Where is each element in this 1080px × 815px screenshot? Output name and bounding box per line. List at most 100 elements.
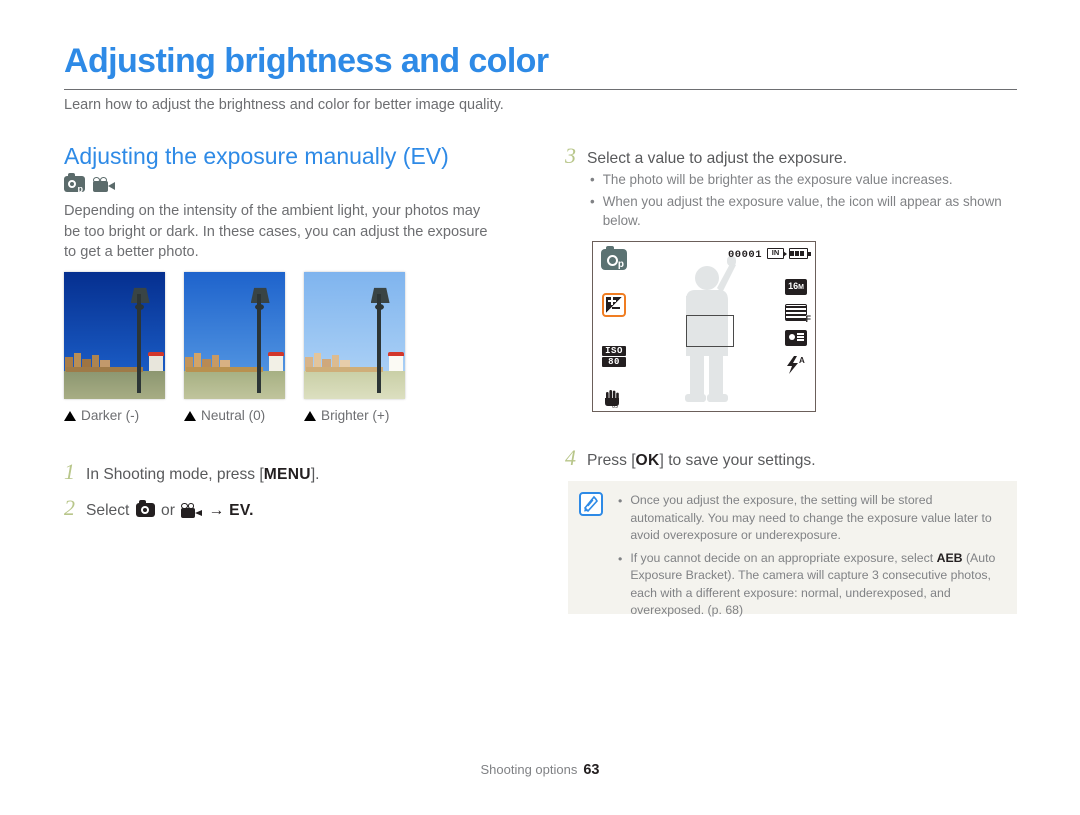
program-mode-label: p: [617, 259, 624, 270]
svg-text:A: A: [799, 356, 805, 365]
photo-caption-text: Darker (-): [81, 408, 140, 423]
burst-icon: [785, 330, 807, 346]
resolution-icon: 16M: [785, 279, 807, 295]
lead-paragraph: Depending on the intensity of the ambien…: [64, 203, 488, 260]
exposure-value-icon: [602, 293, 626, 317]
photo-caption: Neutral (0): [184, 408, 285, 423]
photo-example-darker: Darker (-): [64, 272, 165, 423]
camera-program-icon: [64, 173, 85, 194]
bullet-dot-icon: •: [618, 551, 623, 566]
bullet-item: • The photo will be brighter as the expo…: [590, 170, 1010, 189]
lamp-pole: [376, 293, 381, 393]
lamp-pole: [136, 293, 141, 393]
bullet-dot-icon: •: [590, 194, 595, 209]
photo-caption-text: Brighter (+): [321, 408, 390, 423]
photo-example-row: Darker (-) Neutral (0) Brighter (+): [64, 272, 405, 423]
step-4: 4 Press [OK] to save your settings.: [565, 445, 816, 471]
note-bullet-item: • If you cannot decide on an appropriate…: [618, 550, 1003, 620]
step-text-before: Press [: [587, 452, 636, 469]
iso-icon: ISO 80: [602, 346, 626, 368]
step-number: 4: [565, 445, 576, 470]
page-title: Adjusting brightness and color: [64, 42, 549, 80]
step-text: In Shooting mode, press [MENU].: [86, 466, 320, 484]
triangle-marker-icon: [304, 411, 316, 421]
autofocus-frame: [686, 315, 734, 347]
footer-label: Shooting options: [480, 762, 578, 777]
photo-thumbnail: [304, 272, 405, 399]
step-3: 3 Select a value to adjust the exposure.: [565, 143, 847, 169]
step-number: 1: [64, 459, 75, 484]
step-text-before: In Shooting mode, press [: [86, 466, 264, 483]
ok-key-label: OK: [635, 452, 660, 469]
page-footer: Shooting options 63: [0, 762, 1080, 778]
photo-thumbnail: [184, 272, 285, 399]
anti-shake-icon: 05: [602, 388, 622, 410]
note-bullet-item: • Once you adjust the exposure, the sett…: [618, 492, 1003, 545]
shots-remaining-counter: 00001: [727, 249, 762, 261]
internal-memory-icon: IN: [767, 248, 787, 259]
manual-page: Adjusting brightness and color Learn how…: [0, 0, 1080, 815]
iso-label: ISO: [602, 346, 626, 356]
photo-caption-text: Neutral (0): [201, 408, 266, 423]
kiosk: [388, 351, 404, 372]
kiosk: [148, 351, 164, 372]
page-subtitle: Learn how to adjust the brightness and c…: [64, 97, 504, 113]
note-pen-icon: [579, 492, 603, 516]
battery-full-icon: [789, 248, 811, 259]
camera-icon: [135, 500, 155, 517]
photo-thumbnail: [64, 272, 165, 399]
menu-key-label: MENU: [263, 466, 311, 483]
step-text: Select a value to adjust the exposure.: [587, 150, 848, 167]
water: [184, 371, 285, 399]
camcorder-icon: [93, 176, 115, 192]
water: [64, 371, 165, 399]
note-text-prefix: If you cannot decide on an appropriate e…: [630, 550, 937, 565]
lamp-pole: [256, 293, 261, 393]
step-3-bullets: • The photo will be brighter as the expo…: [590, 170, 1010, 233]
section-heading: Adjusting the exposure manually (EV): [64, 143, 449, 169]
lcd-screen-illustration: 00001 IN p ISO 80 05 16M F A: [592, 241, 816, 412]
step-text-after: ].: [310, 466, 320, 483]
step-number: 3: [565, 143, 576, 168]
bullet-dot-icon: •: [590, 172, 595, 187]
program-mode-icon: p: [601, 246, 627, 270]
water: [304, 371, 405, 399]
mode-icon-row: [64, 173, 115, 194]
step-text-after: ] to save your settings.: [659, 452, 816, 469]
bullet-item: • When you adjust the exposure value, th…: [590, 192, 1010, 230]
bullet-text: The photo will be brighter as the exposu…: [602, 172, 953, 187]
triangle-marker-icon: [64, 411, 76, 421]
step-text-after: → EV.: [208, 502, 254, 519]
flash-auto-icon: A: [785, 356, 807, 374]
svg-text:05: 05: [612, 404, 618, 408]
triangle-marker-icon: [184, 411, 196, 421]
photo-example-brighter: Brighter (+): [304, 272, 405, 423]
step-text-middle: or: [161, 502, 175, 519]
bullet-dot-icon: •: [618, 494, 623, 508]
iso-value: 80: [602, 357, 626, 367]
step-2: 2 Select or → EV.: [64, 495, 254, 521]
photo-example-neutral: Neutral (0): [184, 272, 285, 423]
step-1: 1 In Shooting mode, press [MENU].: [64, 459, 320, 485]
resolution-unit: M: [798, 284, 804, 291]
camcorder-icon: [181, 503, 203, 518]
kiosk: [268, 351, 284, 372]
step-text: Press [OK] to save your settings.: [587, 452, 816, 470]
bridge: [306, 367, 383, 373]
title-divider: [64, 89, 1017, 90]
photo-caption: Darker (-): [64, 408, 165, 423]
aeb-term: AEB: [936, 550, 963, 565]
step-text: Select or → EV.: [86, 500, 254, 520]
step-number: 2: [64, 495, 75, 520]
bullet-text: When you adjust the exposure value, the …: [602, 194, 1002, 228]
bridge: [66, 367, 143, 373]
note-box: • Once you adjust the exposure, the sett…: [568, 481, 1017, 617]
resolution-value: 16: [788, 281, 799, 291]
step-text-before: Select: [86, 502, 130, 519]
photo-caption: Brighter (+): [304, 408, 405, 423]
note-bullet-list: • Once you adjust the exposure, the sett…: [618, 492, 1003, 625]
bridge: [186, 367, 263, 373]
quality-icon: [785, 304, 811, 324]
page-number: 63: [583, 762, 600, 778]
note-bullet-text: Once you adjust the exposure, the settin…: [630, 493, 992, 542]
